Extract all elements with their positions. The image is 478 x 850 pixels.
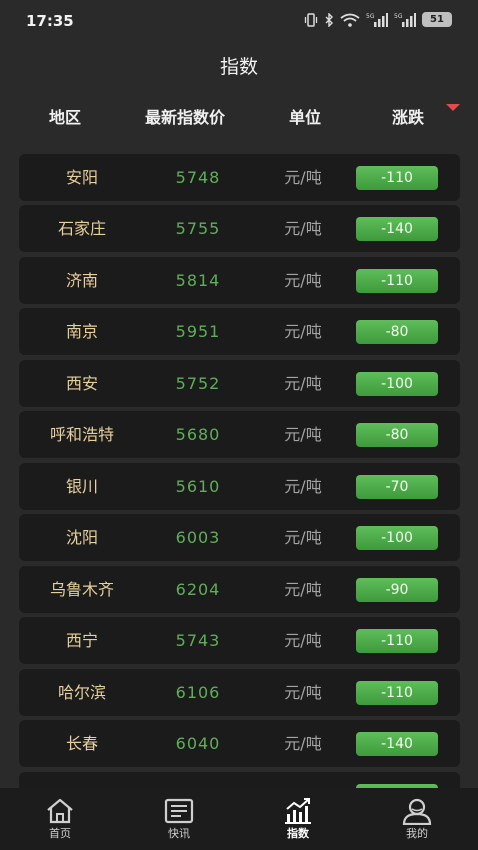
row-price: 5743 <box>175 631 221 650</box>
status-bar: 17:35 5G 5G 51 <box>0 0 478 44</box>
row-region: 长春 <box>65 734 98 753</box>
row-change-badge: -110 <box>356 681 438 705</box>
row-change-badge: -110 <box>356 629 438 653</box>
row-unit: 元/吨 <box>284 322 322 341</box>
row-price: 6106 <box>175 683 221 702</box>
battery-icon: 51 <box>422 12 452 27</box>
row-price: 5610 <box>175 477 221 496</box>
table-row[interactable]: 呼和浩特 5680 元/吨 -80 <box>19 411 460 458</box>
row-unit: 元/吨 <box>284 477 322 496</box>
row-region: 哈尔滨 <box>57 683 106 702</box>
home-icon <box>47 798 73 824</box>
row-change-badge: -110 <box>356 166 438 190</box>
chart-icon <box>285 798 311 824</box>
row-region: 西安 <box>65 374 98 393</box>
news-icon <box>164 798 194 824</box>
row-price: 6204 <box>175 580 221 599</box>
status-time: 17:35 <box>26 12 74 30</box>
row-unit: 元/吨 <box>284 683 322 702</box>
table-row[interactable]: 西宁 5743 元/吨 -110 <box>19 617 460 664</box>
table-row[interactable]: 沈阳 6003 元/吨 -100 <box>19 514 460 561</box>
row-change-badge: -70 <box>356 475 438 499</box>
tab-news-label: 快讯 <box>168 827 190 840</box>
tab-home[interactable]: 首页 <box>15 788 105 850</box>
header-unit: 单位 <box>289 108 322 127</box>
row-unit: 元/吨 <box>284 631 322 650</box>
table-row[interactable]: 哈尔滨 6106 元/吨 -110 <box>19 669 460 716</box>
row-price: 6003 <box>175 528 221 547</box>
table-row[interactable]: 济南 5814 元/吨 -110 <box>19 257 460 304</box>
row-change-badge: -100 <box>356 372 438 396</box>
row-unit: 元/吨 <box>284 219 322 238</box>
bottom-tab-bar: 首页 快讯 指数 我的 <box>0 788 478 850</box>
signal-icon-2: 5G <box>394 13 416 27</box>
page-title: 指数 <box>219 56 258 78</box>
table-row[interactable]: 安阳 5748 元/吨 -110 <box>19 154 460 201</box>
row-price: 5752 <box>175 374 221 393</box>
row-region: 石家庄 <box>57 219 106 238</box>
row-change-badge: -140 <box>356 217 438 241</box>
table-row[interactable]: 西安 5752 元/吨 -100 <box>19 360 460 407</box>
row-region: 西宁 <box>65 631 98 650</box>
header-region: 地区 <box>49 108 82 127</box>
row-price: 5814 <box>175 271 221 290</box>
table-header: 地区 最新指数价 单位 涨跌 <box>0 104 478 130</box>
row-change-badge: -100 <box>356 526 438 550</box>
signal-icon-1: 5G <box>366 13 388 27</box>
tab-index-label: 指数 <box>287 827 309 840</box>
row-unit: 元/吨 <box>284 734 322 753</box>
row-price: 5951 <box>175 322 221 341</box>
row-region: 沈阳 <box>65 528 98 547</box>
table-row[interactable]: 银川 5610 元/吨 -70 <box>19 463 460 510</box>
tab-profile-label: 我的 <box>406 827 428 840</box>
tab-home-label: 首页 <box>49 827 71 840</box>
row-unit: 元/吨 <box>284 425 322 444</box>
wifi-icon <box>340 13 360 27</box>
row-unit: 元/吨 <box>284 580 322 599</box>
row-change-badge: -110 <box>356 269 438 293</box>
row-unit: 元/吨 <box>284 168 322 187</box>
row-unit: 元/吨 <box>284 528 322 547</box>
table-row[interactable]: 南京 5951 元/吨 -80 <box>19 308 460 355</box>
header-price: 最新指数价 <box>145 108 226 127</box>
header-change-sort[interactable]: 涨跌 <box>392 104 424 128</box>
row-unit: 元/吨 <box>284 271 322 290</box>
row-change-badge: -80 <box>356 320 438 344</box>
table-row[interactable]: 乌鲁木齐 6204 元/吨 -90 <box>19 566 460 613</box>
tab-index[interactable]: 指数 <box>253 788 343 850</box>
row-region: 南京 <box>65 322 98 341</box>
row-region: 乌鲁木齐 <box>49 580 114 599</box>
bluetooth-icon <box>325 12 333 27</box>
row-price: 6040 <box>175 734 221 753</box>
row-change-badge: -140 <box>356 732 438 756</box>
row-region: 呼和浩特 <box>49 425 114 444</box>
row-region: 济南 <box>65 271 98 290</box>
row-region: 银川 <box>65 477 98 496</box>
index-list[interactable]: 安阳 5748 元/吨 -110 石家庄 5755 元/吨 -140 济南 58… <box>19 145 460 788</box>
row-change-badge: -80 <box>356 423 438 447</box>
row-price: 5748 <box>175 168 221 187</box>
table-row-partial[interactable] <box>19 772 460 788</box>
profile-icon <box>402 798 432 825</box>
network-type-2: 5G <box>394 13 403 20</box>
row-region: 安阳 <box>65 168 98 187</box>
table-row[interactable]: 石家庄 5755 元/吨 -140 <box>19 205 460 252</box>
status-icons: 5G 5G 51 <box>304 12 452 27</box>
network-type-1: 5G <box>366 13 375 20</box>
tab-profile[interactable]: 我的 <box>372 788 462 850</box>
tab-news[interactable]: 快讯 <box>134 788 224 850</box>
sort-caret-icon[interactable] <box>446 104 460 111</box>
row-change-badge: -90 <box>356 578 438 602</box>
row-price: 5680 <box>175 425 221 444</box>
row-unit: 元/吨 <box>284 374 322 393</box>
row-price: 5755 <box>175 219 221 238</box>
vibrate-icon <box>304 12 318 27</box>
table-row[interactable]: 长春 6040 元/吨 -140 <box>19 720 460 767</box>
